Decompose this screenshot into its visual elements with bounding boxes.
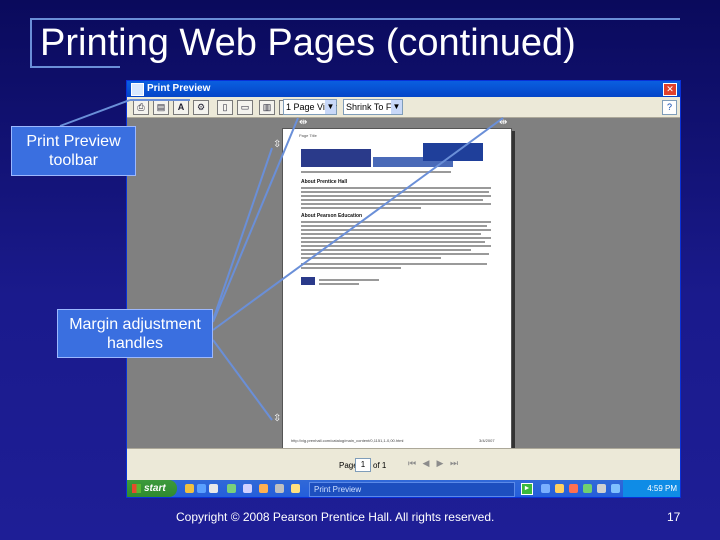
copyright-footer: Copyright © 2008 Pearson Prentice Hall. … [176,510,495,524]
callout-print-preview-toolbar: Print Preview toolbar [11,126,136,176]
leader-line-right-handle [212,117,504,331]
leader-line-bottom-handle [212,339,273,421]
leader-line-left-handle [212,117,299,323]
leader-line-toolbar [59,99,131,127]
callout-margin-handles: Margin adjustment handles [57,309,213,358]
slide-number: 17 [667,510,681,524]
callout-leaders [59,99,504,421]
